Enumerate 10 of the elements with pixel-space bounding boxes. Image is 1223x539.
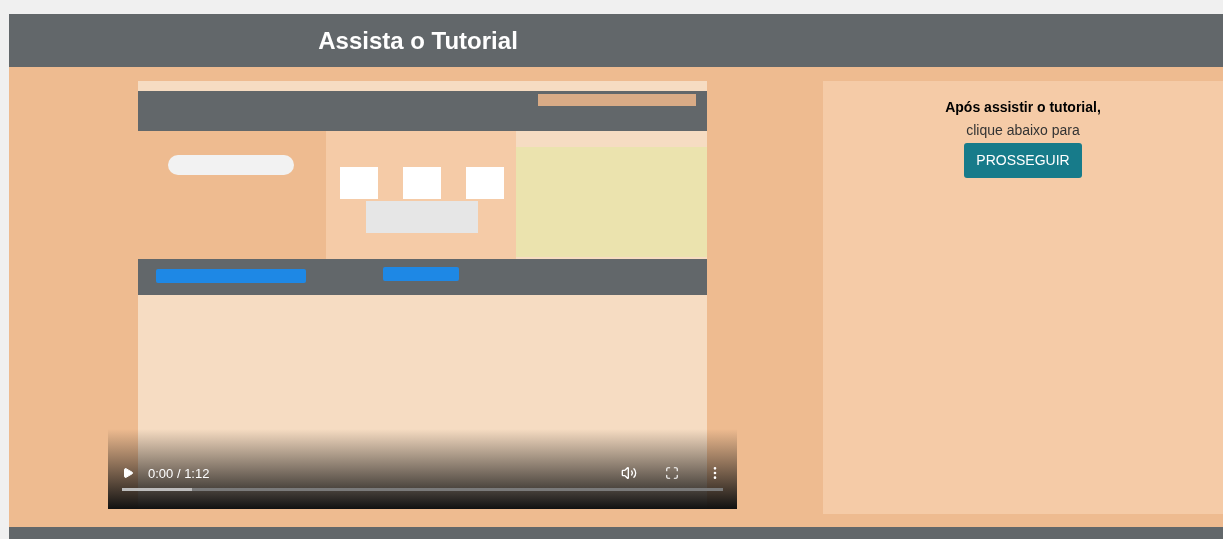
- volume-icon[interactable]: [621, 465, 637, 482]
- fullscreen-icon[interactable]: [665, 466, 679, 481]
- play-icon[interactable]: [122, 467, 134, 480]
- video-player[interactable]: 0:00 / 1:12: [108, 81, 737, 509]
- panel-text: clique abaixo para: [966, 121, 1080, 140]
- video-time: 0:00 / 1:12: [148, 464, 210, 483]
- page-title: Assista o Tutorial: [318, 25, 518, 56]
- proceed-button[interactable]: PROSSEGUIR: [964, 143, 1082, 178]
- panel-heading: Após assistir o tutorial,: [945, 98, 1101, 117]
- progress-track[interactable]: [122, 488, 723, 491]
